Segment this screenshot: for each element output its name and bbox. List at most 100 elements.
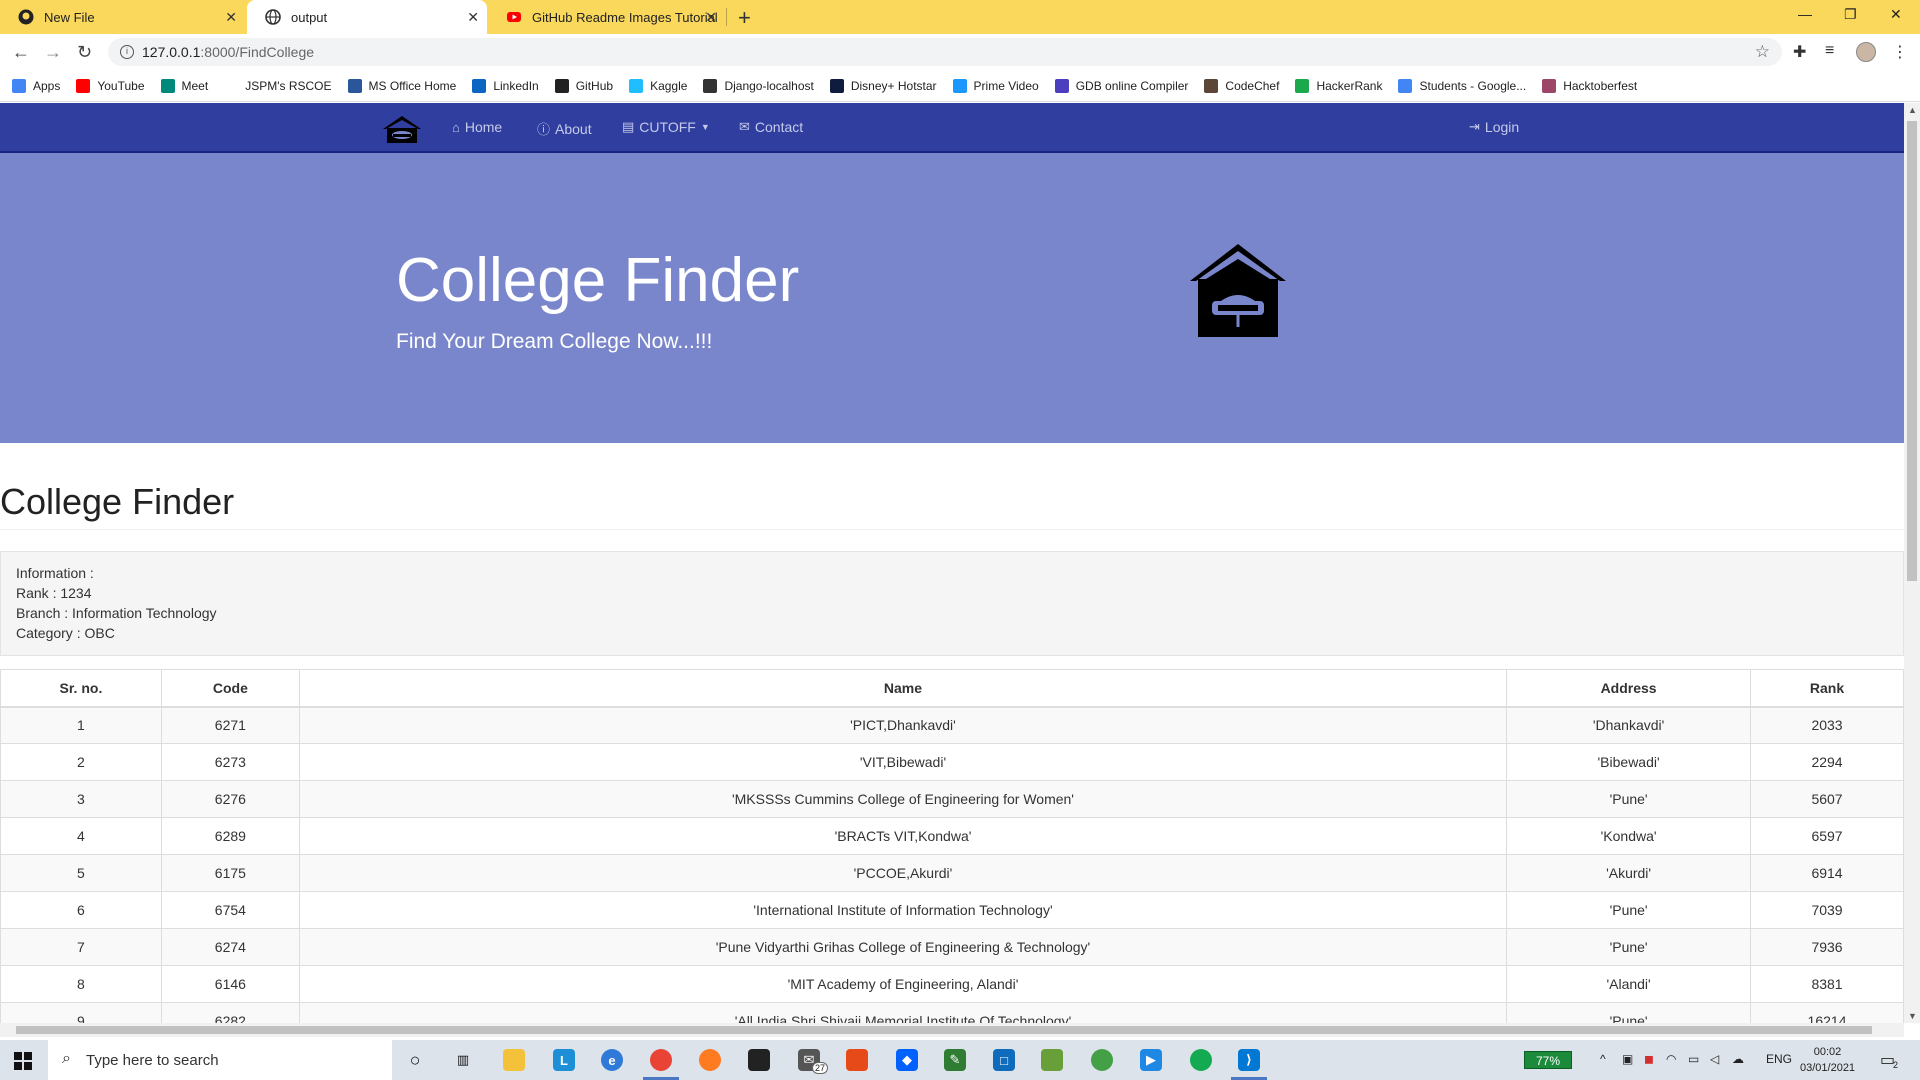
cell-rank: 5607 — [1750, 780, 1904, 818]
close-window-button[interactable]: ✕ — [1890, 6, 1902, 23]
bookmark-star-icon[interactable]: ☆ — [1755, 42, 1770, 62]
mail-badge: 27 — [812, 1062, 829, 1074]
meet-icon — [160, 78, 175, 93]
eclipse-icon[interactable] — [1091, 1049, 1113, 1071]
bookmark-item[interactable]: Kaggle — [629, 78, 687, 93]
taskbar-search[interactable]: ⌕ Type here to search — [48, 1040, 392, 1080]
bookmark-label: Prime Video — [973, 78, 1039, 93]
language-indicator[interactable]: ENG — [1766, 1052, 1792, 1066]
edge-icon[interactable]: e — [601, 1049, 623, 1071]
task-view-icon[interactable]: ▥ — [452, 1049, 474, 1071]
new-tab-button[interactable]: + — [738, 5, 751, 31]
bookmark-item[interactable]: Disney+ Hotstar — [829, 78, 937, 93]
avatar[interactable] — [1856, 42, 1876, 62]
wifi-icon[interactable]: ◠ — [1666, 1052, 1676, 1066]
store-icon[interactable] — [748, 1049, 770, 1071]
back-button[interactable]: ← — [12, 42, 30, 63]
bookmark-label: Disney+ Hotstar — [850, 78, 937, 93]
close-icon[interactable]: ✕ — [467, 9, 479, 26]
bookmark-item[interactable]: CodeChef — [1204, 78, 1279, 93]
bookmark-item[interactable]: Prime Video — [952, 78, 1039, 93]
pen-icon[interactable]: ✎ — [944, 1049, 966, 1071]
info-icon[interactable]: i — [120, 45, 134, 59]
bookmark-item[interactable]: MS Office Home — [347, 78, 457, 93]
bookmark-item[interactable]: Apps — [12, 78, 60, 93]
bookmark-item[interactable]: Meet — [160, 78, 209, 93]
chevron-up-icon[interactable]: ^ — [1600, 1052, 1606, 1066]
word-icon — [347, 78, 362, 93]
bookmark-item[interactable]: GDB online Compiler — [1054, 78, 1188, 93]
tab-separator — [726, 8, 727, 26]
firefox-icon[interactable] — [699, 1049, 721, 1071]
tab-output[interactable]: output ✕ — [247, 0, 487, 34]
tab-new-file[interactable]: New File ✕ — [0, 0, 245, 34]
tab-github-readme[interactable]: GitHub Readme Images Tutorial ✕ — [488, 0, 725, 34]
windows-start-icon[interactable] — [14, 1052, 32, 1070]
scrollbar-thumb[interactable] — [1907, 121, 1917, 581]
cell-sr-no: 3 — [0, 780, 162, 818]
horizontal-scrollbar[interactable] — [0, 1023, 1904, 1037]
forward-button[interactable]: → — [44, 42, 62, 63]
bookmark-item[interactable]: JSPM's RSCOE — [224, 78, 332, 93]
mongodb-icon[interactable] — [1190, 1049, 1212, 1071]
bookmark-label: LinkedIn — [493, 78, 539, 93]
close-icon[interactable]: ✕ — [225, 9, 237, 26]
bookmark-item[interactable]: Hacktoberfest — [1542, 78, 1637, 93]
remote-icon[interactable]: □ — [993, 1049, 1015, 1071]
chart-app-icon[interactable] — [1041, 1049, 1063, 1071]
college-logo-icon[interactable] — [382, 115, 422, 143]
info-panel: Information : Rank : 1234 Branch : Infor… — [0, 551, 1904, 656]
file-explorer-icon[interactable] — [503, 1049, 525, 1071]
cell-address: 'Pune' — [1506, 928, 1752, 966]
dropbox-icon[interactable]: ◆ — [896, 1049, 918, 1071]
vertical-scrollbar[interactable]: ▲ ▼ — [1904, 103, 1920, 1023]
restore-button[interactable]: ❐ — [1844, 6, 1857, 23]
tray-alert-icon[interactable]: ◼ — [1644, 1052, 1654, 1066]
cell-rank: 6597 — [1750, 817, 1904, 855]
info-category: Category : OBC — [16, 625, 115, 641]
launcher-icon[interactable]: L — [553, 1049, 575, 1071]
cell-code: 6271 — [160, 706, 300, 744]
scroll-down-icon[interactable]: ▼ — [1908, 1011, 1917, 1021]
nav-contact[interactable]: ✉ Contact — [739, 119, 803, 135]
reload-button[interactable]: ↻ — [77, 42, 92, 63]
battery-icon[interactable]: ▭ — [1688, 1052, 1699, 1066]
bookmark-label: GitHub — [575, 78, 614, 93]
nav-home[interactable]: ⌂ Home — [452, 119, 502, 135]
bookmark-label: Meet — [181, 78, 209, 93]
battery-indicator[interactable]: 77% — [1524, 1051, 1572, 1069]
office-icon[interactable] — [846, 1049, 868, 1071]
bookmark-item[interactable]: GitHub — [554, 78, 614, 93]
tray-app-icon[interactable]: ▣ — [1622, 1052, 1633, 1066]
scroll-up-icon[interactable]: ▲ — [1908, 105, 1917, 115]
table-row: 2 6273 'VIT,Bibewadi' 'Bibewadi' 2294 — [0, 743, 1904, 781]
vscode-icon[interactable]: ⟩ — [1238, 1049, 1260, 1071]
cell-name: 'International Institute of Information … — [298, 891, 1508, 929]
clock[interactable]: 00:02 03/01/2021 — [1800, 1044, 1855, 1076]
speaker-icon[interactable]: ◁ — [1710, 1052, 1719, 1066]
cell-address: 'Dhankavdi' — [1506, 706, 1752, 744]
cortana-icon[interactable]: ○ — [404, 1049, 426, 1071]
menu-icon[interactable]: ⋮ — [1892, 42, 1908, 62]
extensions-icon[interactable]: ✚ — [1793, 42, 1806, 62]
scrollbar-thumb[interactable] — [16, 1026, 1872, 1034]
close-icon[interactable]: ✕ — [705, 9, 717, 26]
cell-rank: 6914 — [1750, 854, 1904, 892]
media-app-icon[interactable]: ▶ — [1140, 1049, 1162, 1071]
bookmark-item[interactable]: HackerRank — [1295, 78, 1382, 93]
bookmark-item[interactable]: LinkedIn — [472, 78, 539, 93]
table-row: 9 6282 'All India Shri Shivaji Memorial In… — [0, 1002, 1904, 1023]
bookmark-item[interactable]: YouTube — [76, 78, 145, 93]
bookmark-item[interactable]: Django-localhost — [703, 78, 814, 93]
media-queue-icon[interactable]: ≡ — [1825, 42, 1834, 60]
address-bar[interactable]: i 127.0.0.1:8000/FindCollege ☆ — [108, 38, 1782, 66]
cell-name: 'MKSSSs Cummins College of Engineering f… — [298, 780, 1508, 818]
nav-cutoff-dropdown[interactable]: ▤ CUTOFF ▼ — [622, 119, 710, 135]
cloud-icon[interactable]: ☁ — [1732, 1052, 1744, 1066]
bookmark-label: MS Office Home — [368, 78, 457, 93]
nav-login[interactable]: ⇥ Login — [1469, 119, 1519, 135]
chrome-icon[interactable] — [650, 1049, 672, 1071]
bookmark-item[interactable]: Students - Google... — [1398, 78, 1526, 93]
nav-about[interactable]: ⓘ About — [537, 119, 592, 138]
minimize-button[interactable]: — — [1798, 6, 1812, 22]
